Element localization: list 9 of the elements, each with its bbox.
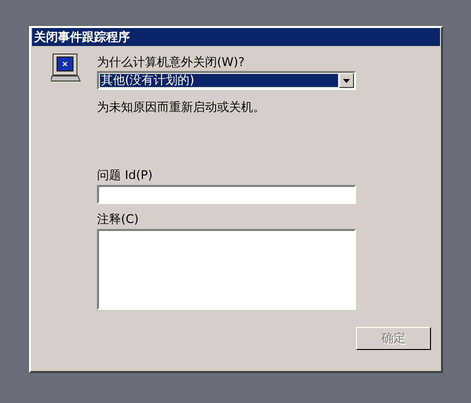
description-text: 为未知原因而重新启动或关机。 — [97, 99, 265, 115]
problem-id-label: 问题 Id(P) — [97, 167, 153, 183]
reason-dropdown[interactable]: 其他(没有计划的) — [97, 71, 356, 90]
comment-field[interactable] — [97, 229, 356, 310]
window-title: 关闭事件跟踪程序 — [34, 30, 130, 44]
comment-label: 注释(C) — [97, 211, 139, 227]
computer-icon — [51, 52, 81, 84]
problem-id-field[interactable] — [97, 185, 356, 204]
reason-label: 为什么计算机意外关闭(W)? — [97, 54, 245, 70]
